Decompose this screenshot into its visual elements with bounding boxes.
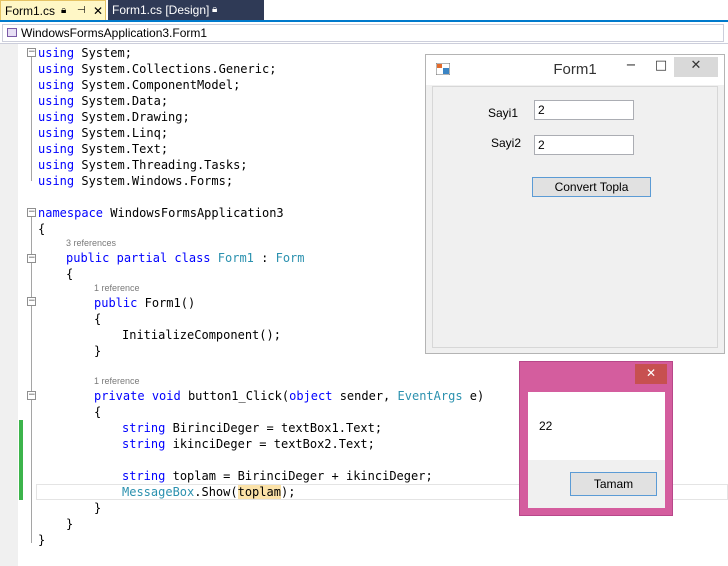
using-line: using System.Data; (38, 94, 169, 108)
brace-line: } (94, 344, 102, 358)
code-line-toplam: string toplam = BirinciDeger + ikinciDeg… (122, 469, 433, 483)
maximize-icon[interactable]: □ (652, 57, 670, 77)
change-indicator (19, 452, 23, 500)
tab-form1-cs[interactable]: Form1.cs 🔒︎ ⊣ ✕ (0, 0, 106, 20)
brace-line: } (38, 533, 46, 547)
using-line: using System; (38, 46, 132, 60)
form1-window: Form1 − □ ✕ Sayi1 2 Sayi2 2 Convert Topl… (425, 54, 725, 354)
collapse-class-toggle[interactable]: − (27, 254, 36, 263)
collapse-method-toggle[interactable]: − (27, 391, 36, 400)
class-declaration-line: public partial class Form1 : Form (66, 251, 305, 265)
code-line-ikinci: string ikinciDeger = textBox2.Text; (122, 437, 375, 451)
minimize-icon[interactable]: − (622, 57, 640, 77)
document-tab-strip: Form1.cs 🔒︎ ⊣ ✕ Form1.cs [Design] 🔒︎ (0, 0, 728, 22)
collapse-ctor-toggle[interactable]: − (27, 297, 36, 306)
class-icon (7, 28, 17, 37)
brace-line: { (66, 267, 74, 281)
collapse-namespace-toggle[interactable]: − (27, 208, 36, 217)
message-text: 22 (539, 419, 553, 433)
change-indicator (19, 420, 23, 456)
convert-topla-button[interactable]: Convert Topla (532, 177, 651, 197)
sayi2-textbox[interactable]: 2 (534, 135, 634, 155)
code-line-birinci: string BirinciDeger = textBox1.Text; (122, 421, 383, 435)
brace-line: } (66, 517, 74, 531)
sayi1-textbox[interactable]: 2 (534, 100, 634, 120)
tab-label: Form1.cs [Design] (112, 3, 210, 17)
class-dropdown[interactable]: WindowsFormsApplication3.Form1 (2, 24, 724, 42)
collapse-using-toggle[interactable]: − (27, 48, 36, 57)
close-icon[interactable]: ✕ (674, 57, 718, 77)
using-line: using System.ComponentModel; (38, 78, 241, 92)
outline-guide (31, 57, 32, 181)
brace-line: { (94, 405, 102, 419)
glyph-margin (0, 44, 18, 566)
form1-title-bar[interactable]: Form1 − □ ✕ (426, 55, 724, 85)
tab-label: Form1.cs (5, 4, 56, 18)
codelens-references[interactable]: 1 reference (94, 376, 140, 386)
tab-form1-design[interactable]: Form1.cs [Design] 🔒︎ (108, 0, 264, 20)
read-only-lock-icon: 🔒︎ (61, 5, 67, 16)
navigation-bar: WindowsFormsApplication3.Form1 (0, 22, 728, 44)
using-line: using System.Drawing; (38, 110, 190, 124)
ok-button[interactable]: Tamam (570, 472, 657, 496)
sayi2-label: Sayi2 (491, 136, 522, 150)
brace-line: { (38, 222, 46, 236)
outline-guide (31, 217, 32, 543)
using-line: using System.Text; (38, 142, 169, 156)
message-box-dialog: ✕ 22 Tamam (519, 361, 673, 516)
codelens-references[interactable]: 3 references (66, 238, 116, 248)
using-line: using System.Threading.Tasks; (38, 158, 248, 172)
class-path-text: WindowsFormsApplication3.Form1 (21, 26, 208, 40)
initialize-call-line: InitializeComponent(); (122, 328, 281, 342)
message-box-footer: Tamam (528, 460, 665, 508)
method-declaration-line: private void button1_Click(object sender… (94, 389, 485, 403)
brace-line: } (94, 501, 102, 515)
using-line: using System.Collections.Generic; (38, 62, 277, 76)
constructor-line: public Form1() (94, 296, 196, 310)
read-only-lock-icon: 🔒︎ (212, 4, 218, 15)
code-line-messagebox: MessageBox.Show(toplam); (122, 485, 296, 499)
codelens-references[interactable]: 1 reference (94, 283, 140, 293)
close-tab-icon[interactable]: ✕ (93, 1, 103, 21)
namespace-line: namespace WindowsFormsApplication3 (38, 206, 284, 220)
message-box-body: 22 (528, 392, 665, 460)
sayi1-label: Sayi1 (488, 106, 519, 120)
pin-icon[interactable]: ⊣ (77, 1, 86, 21)
close-icon[interactable]: ✕ (635, 364, 667, 384)
using-line: using System.Linq; (38, 126, 169, 140)
using-line: using System.Windows.Forms; (38, 174, 234, 188)
form1-client-area: Sayi1 2 Sayi2 2 Convert Topla (432, 86, 718, 348)
brace-line: { (94, 312, 102, 326)
